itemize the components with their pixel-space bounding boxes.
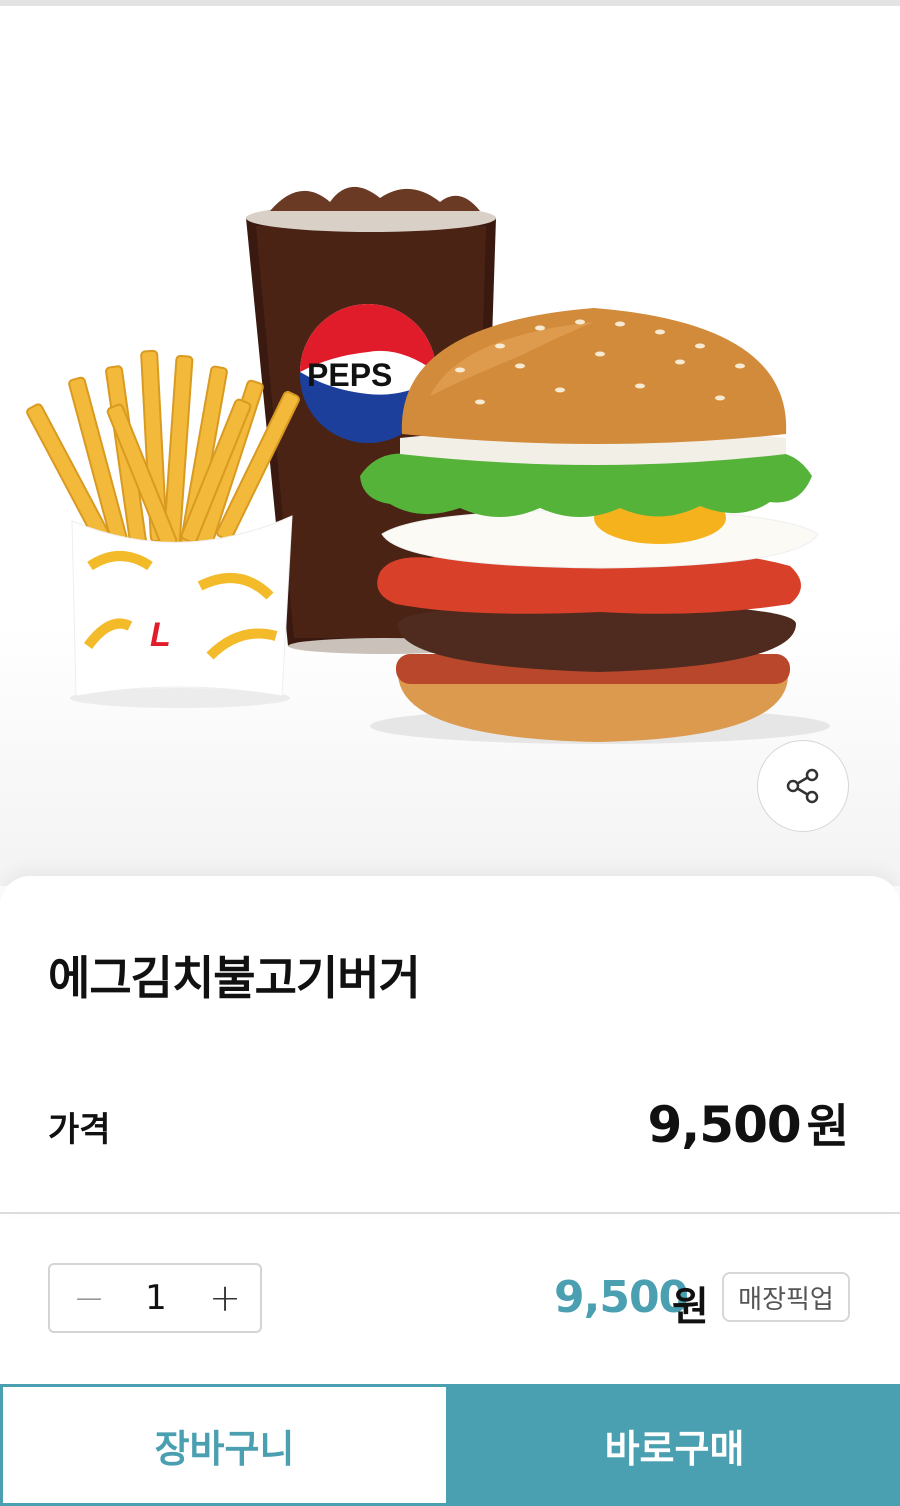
share-icon (786, 768, 819, 804)
product-image-area: PEPS L (0, 6, 900, 886)
svg-text:PEPS: PEPS (307, 357, 392, 393)
pickup-badge: 매장픽업 (722, 1272, 850, 1322)
svg-text:L: L (150, 616, 171, 654)
total-price-value: 9,500 (554, 1272, 689, 1323)
burger (360, 308, 819, 742)
quantity-increase-button[interactable]: + (190, 1265, 260, 1331)
price-value: 9,500 (647, 1096, 802, 1154)
fries-box: L (71, 515, 293, 697)
price-amount: 9,500 원 (647, 1090, 849, 1156)
product-image: PEPS L (26, 186, 830, 744)
price-unit: 원 (806, 1099, 849, 1153)
total-price-unit: 원 (672, 1284, 709, 1330)
share-button[interactable] (757, 740, 849, 832)
price-label: 가격 (48, 1110, 111, 1150)
quantity-stepper: − 1 + (48, 1263, 262, 1333)
quantity-decrease-button[interactable]: − (54, 1265, 124, 1331)
fries (26, 349, 300, 549)
section-divider (0, 1212, 900, 1214)
product-info-card: 에그김치불고기버거 가격 9,500 원 (0, 876, 900, 1212)
quantity-value: 1 (145, 1278, 167, 1318)
product-name: 에그김치불고기버거 (48, 951, 421, 1005)
buy-now-button[interactable]: 바로구매 (449, 1384, 900, 1506)
add-to-cart-button[interactable]: 장바구니 (0, 1384, 449, 1506)
